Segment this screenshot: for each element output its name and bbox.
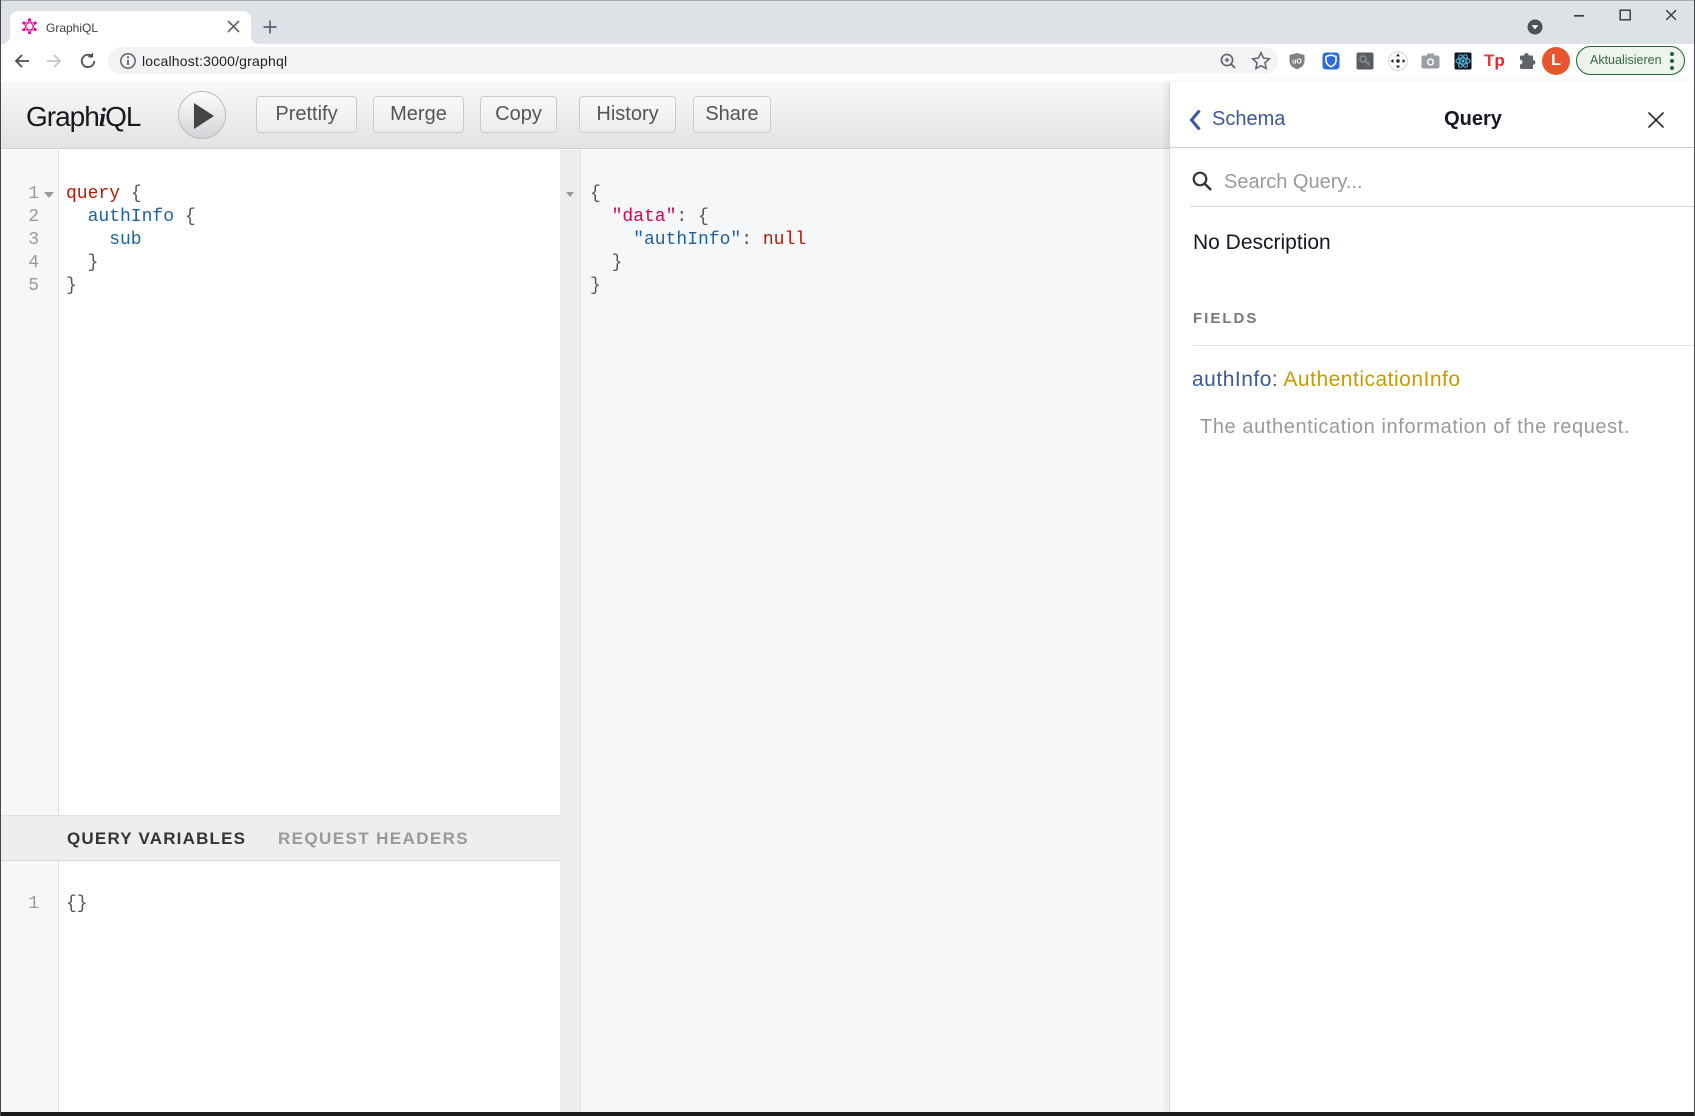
svg-text:uO: uO bbox=[1292, 59, 1302, 66]
